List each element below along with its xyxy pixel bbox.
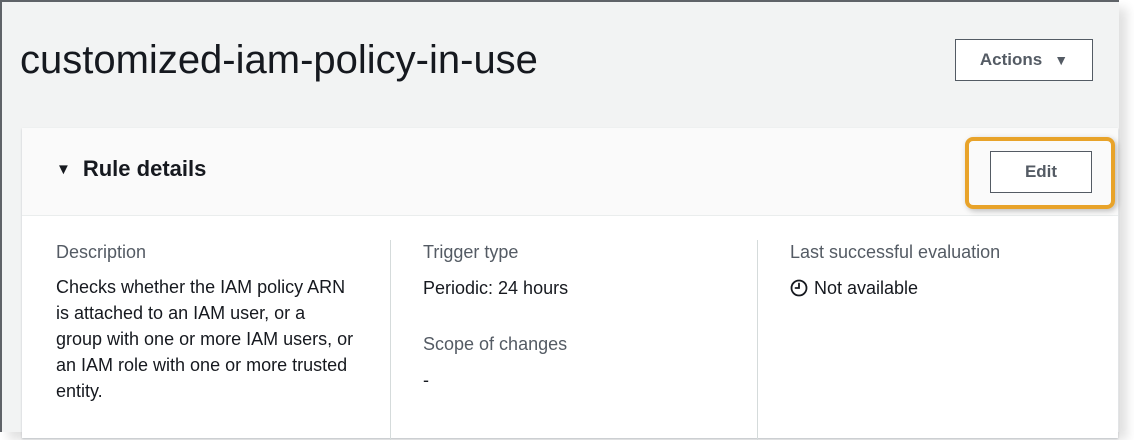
description-value: Checks whether the IAM policy ARN is att…: [56, 277, 354, 401]
actions-label: Actions: [979, 50, 1043, 69]
rule-details-title: Rule details: [82, 156, 207, 181]
description-column: Description Checks whether the IAM polic…: [56, 240, 391, 440]
actions-dropdown-button[interactable]: Actions ▼: [955, 39, 1093, 81]
edit-label: Edit: [1024, 162, 1058, 181]
trigger-column: Trigger type Periodic: 24 hours Scope of…: [423, 240, 758, 440]
trigger-type-value: Periodic: 24 hours: [423, 278, 569, 298]
scope-label: Scope of changes: [423, 334, 568, 354]
edit-button[interactable]: Edit: [990, 151, 1092, 193]
last-eval-value: Not available: [814, 278, 919, 298]
page-title: customized-iam-policy-in-use: [20, 38, 538, 82]
scope-value: -: [423, 370, 429, 390]
expand-triangle-icon: ▼: [56, 160, 71, 178]
clock-icon: [790, 279, 808, 297]
caret-down-icon: ▼: [1054, 52, 1069, 68]
description-label: Description: [56, 242, 147, 262]
last-eval-label: Last successful evaluation: [790, 242, 1001, 262]
last-eval-status: Not available: [790, 276, 1110, 300]
rule-details-header: ▼ Rule details Edit: [22, 128, 1118, 216]
rule-details-toggle[interactable]: ▼ Rule details: [56, 156, 206, 182]
content-frame: customized-iam-policy-in-use Actions ▼ ▼…: [0, 0, 1119, 440]
trigger-type-label: Trigger type: [423, 242, 519, 262]
evaluation-column: Last successful evaluation Not available: [790, 240, 1110, 440]
rule-details-panel: ▼ Rule details Edit Description Checks w…: [22, 128, 1118, 440]
